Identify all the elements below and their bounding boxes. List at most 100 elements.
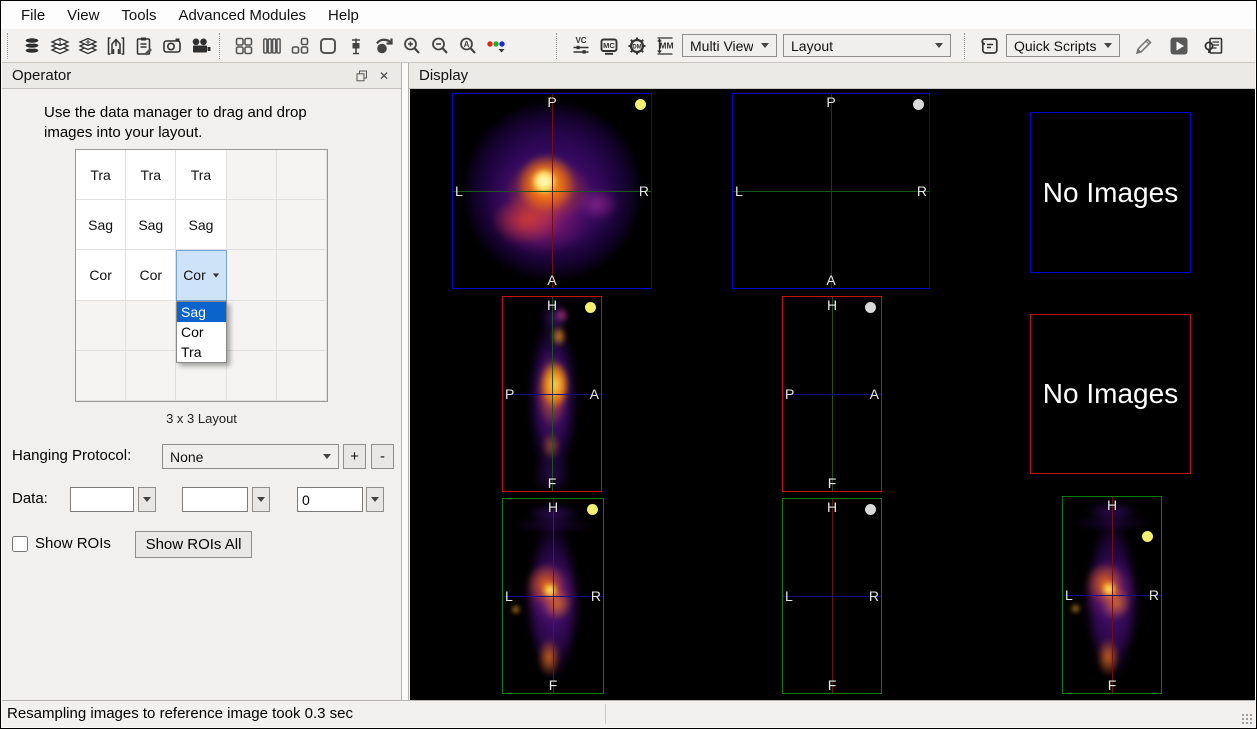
- viewport-marker[interactable]: [587, 504, 598, 515]
- data-field-1-dropdown[interactable]: [138, 487, 156, 512]
- grid-cell-r1c2[interactable]: Tra: [126, 150, 176, 200]
- grid-cell-r3c1[interactable]: Cor: [76, 250, 126, 300]
- crosshair-horizontal[interactable]: [503, 394, 601, 395]
- toolbar-group-handle[interactable]: [964, 33, 968, 59]
- viewport-no-images-2[interactable]: No Images: [1030, 314, 1191, 474]
- grid-cell-r5c4[interactable]: [227, 351, 277, 401]
- data-field-2-dropdown[interactable]: [252, 487, 270, 512]
- viewport-coronal-1[interactable]: H L R F: [502, 498, 604, 694]
- orientation-dropdown[interactable]: Cor: [176, 250, 226, 300]
- settings-gear-icon[interactable]: DM: [624, 33, 650, 59]
- data-field-2[interactable]: [182, 487, 248, 512]
- montage-icon[interactable]: MC: [596, 33, 622, 59]
- script-icon[interactable]: [976, 33, 1002, 59]
- layout-strips-icon[interactable]: [259, 33, 285, 59]
- viewport-transaxial-1[interactable]: P L R A: [452, 93, 652, 289]
- resize-grip-icon[interactable]: [1241, 713, 1252, 724]
- quick-scripts-select[interactable]: Quick Scripts: [1006, 34, 1120, 57]
- run-script-icon[interactable]: [1166, 33, 1192, 59]
- measure-icon[interactable]: MM: [652, 33, 678, 59]
- zoom-auto-icon[interactable]: A: [455, 33, 481, 59]
- data-field-1[interactable]: [70, 487, 134, 512]
- edit-script-icon[interactable]: [1131, 33, 1157, 59]
- color-channels-icon[interactable]: [483, 33, 509, 59]
- viewport-marker[interactable]: [635, 99, 646, 110]
- menu-view[interactable]: View: [56, 3, 110, 28]
- crosshair-horizontal[interactable]: [1063, 595, 1161, 596]
- reset-orientation-icon[interactable]: [371, 33, 397, 59]
- viewport-coronal-3[interactable]: H L R F: [1062, 496, 1162, 694]
- viewport-transaxial-2[interactable]: P L R A: [732, 93, 930, 289]
- viewport-sagittal-1[interactable]: H P A F: [502, 296, 602, 492]
- show-rois-checkbox[interactable]: [12, 536, 28, 552]
- viewport-no-images-1[interactable]: No Images: [1030, 112, 1191, 273]
- layout-select[interactable]: Layout: [783, 34, 951, 57]
- clipboard-report-icon[interactable]: [131, 33, 157, 59]
- grid-cell-r5c1[interactable]: [76, 351, 126, 401]
- layers-add-icon[interactable]: +: [75, 33, 101, 59]
- camera-capture-icon[interactable]: [159, 33, 185, 59]
- viewport-marker[interactable]: [865, 302, 876, 313]
- grid-cell-r2c2[interactable]: Sag: [126, 200, 176, 250]
- layers-current-icon[interactable]: 1: [47, 33, 73, 59]
- zoom-out-icon[interactable]: [427, 33, 453, 59]
- grid-cell-r4c4[interactable]: [227, 301, 277, 351]
- crosshair-horizontal[interactable]: [503, 596, 603, 597]
- dropdown-option-cor[interactable]: Cor: [177, 322, 226, 342]
- crosshair-horizontal[interactable]: [783, 596, 881, 597]
- crosshair-horizontal[interactable]: [733, 191, 929, 192]
- grid-cell-r1c5[interactable]: [277, 150, 327, 200]
- crosshair-horizontal[interactable]: [783, 394, 881, 395]
- crosshair-horizontal[interactable]: [453, 191, 651, 192]
- layout-2x2-icon[interactable]: [231, 33, 257, 59]
- grid-cell-r5c2[interactable]: [126, 351, 176, 401]
- toolbar-group-handle[interactable]: [556, 33, 560, 59]
- viewport-marker[interactable]: [865, 504, 876, 515]
- viewport-sagittal-2[interactable]: H P A F: [782, 296, 882, 492]
- grid-cell-r3c4[interactable]: [227, 250, 277, 300]
- viewport-coronal-2[interactable]: H L R F: [782, 498, 882, 694]
- sync-crosshair-icon[interactable]: [343, 33, 369, 59]
- hanging-protocol-select[interactable]: None: [162, 444, 339, 469]
- patient-icon[interactable]: [103, 33, 129, 59]
- close-panel-icon[interactable]: ✕: [375, 68, 393, 84]
- database-icon[interactable]: [19, 33, 45, 59]
- grid-cell-r2c3[interactable]: Sag: [176, 200, 226, 250]
- dropdown-option-tra[interactable]: Tra: [177, 342, 226, 362]
- zoom-in-icon[interactable]: [399, 33, 425, 59]
- video-capture-icon[interactable]: [187, 33, 213, 59]
- grid-cell-r3c5[interactable]: [277, 250, 327, 300]
- remove-protocol-button[interactable]: -: [371, 444, 394, 469]
- grid-cell-r1c3[interactable]: Tra: [176, 150, 226, 200]
- grid-cell-r3c2[interactable]: Cor: [126, 250, 176, 300]
- grid-cell-r2c4[interactable]: [227, 200, 277, 250]
- viewport-marker[interactable]: [585, 302, 596, 313]
- grid-cell-r5c5[interactable]: [277, 351, 327, 401]
- toolbar-group-handle[interactable]: [219, 33, 223, 59]
- grid-cell-r4c1[interactable]: [76, 301, 126, 351]
- grid-cell-r1c4[interactable]: [227, 150, 277, 200]
- grid-cell-r4c2[interactable]: [126, 301, 176, 351]
- layout-mixed-icon[interactable]: [287, 33, 313, 59]
- data-field-3-dropdown[interactable]: [366, 487, 384, 512]
- data-field-3[interactable]: [297, 487, 363, 512]
- menu-file[interactable]: File: [10, 3, 56, 28]
- viewport-marker[interactable]: [913, 99, 924, 110]
- menu-help[interactable]: Help: [317, 3, 370, 28]
- grid-cell-r2c1[interactable]: Sag: [76, 200, 126, 250]
- layout-single-icon[interactable]: [315, 33, 341, 59]
- viewport-marker[interactable]: [1142, 531, 1153, 542]
- dropdown-option-sag[interactable]: Sag: [177, 302, 226, 322]
- grid-cell-r4c5[interactable]: [277, 301, 327, 351]
- multi-view-select[interactable]: Multi View: [682, 34, 777, 57]
- add-protocol-button[interactable]: +: [343, 444, 366, 469]
- menu-advanced-modules[interactable]: Advanced Modules: [167, 3, 317, 28]
- float-panel-icon[interactable]: [353, 68, 371, 84]
- show-rois-all-button[interactable]: Show ROIs All: [135, 531, 252, 558]
- grid-cell-r1c1[interactable]: Tra: [76, 150, 126, 200]
- menu-tools[interactable]: Tools: [110, 3, 167, 28]
- grid-cell-r2c5[interactable]: [277, 200, 327, 250]
- view-controls-icon[interactable]: VC: [568, 33, 594, 59]
- script-report-icon[interactable]: [1201, 33, 1227, 59]
- toolbar-group-handle[interactable]: [7, 33, 11, 59]
